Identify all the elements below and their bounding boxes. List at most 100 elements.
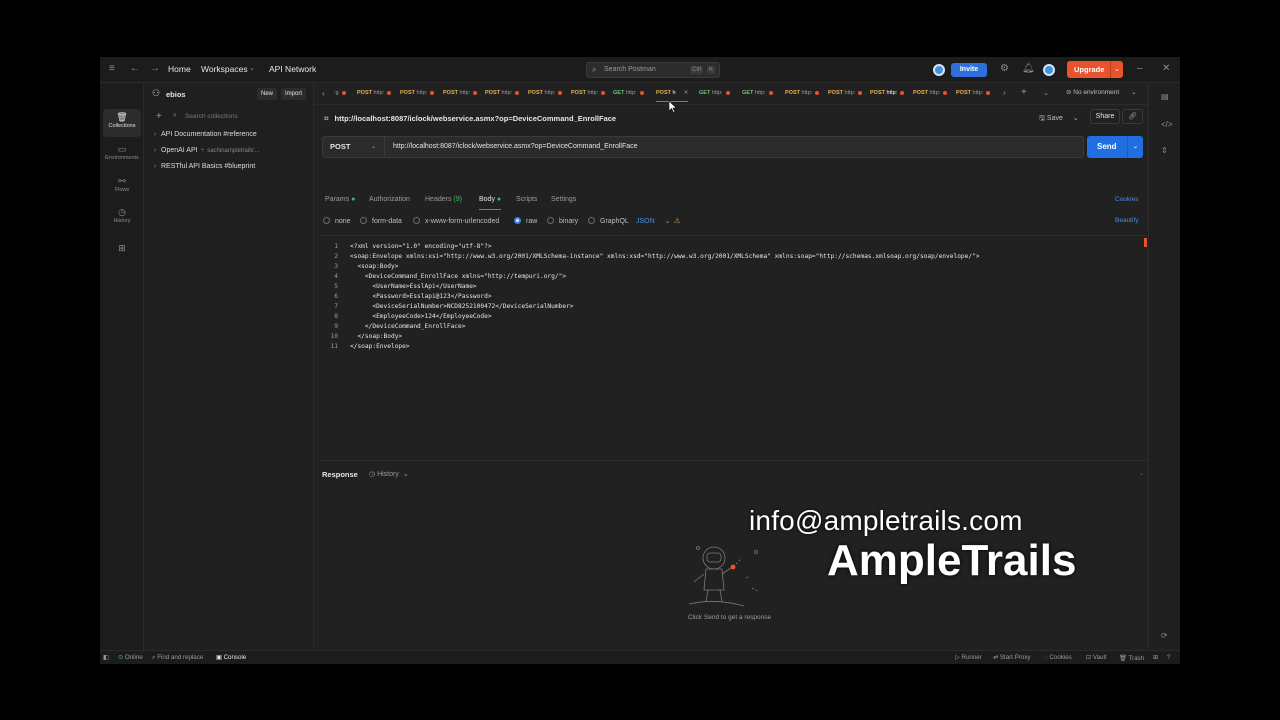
search-input[interactable]: ⌕ Search Postman Ctrl K [586,62,720,78]
workspaces-menu[interactable]: Workspaces [201,64,248,74]
request-tab[interactable]: POST http: [870,90,905,96]
user-avatar[interactable] [1043,64,1055,76]
raw-format-select[interactable]: JSON ⌄ [636,217,671,225]
line-code: </soap:Envelope> [350,343,410,350]
workspace-name[interactable]: ebios [166,90,186,99]
team-avatar-icon[interactable] [933,64,945,76]
radio-raw[interactable]: raw [514,217,537,225]
notification-bell-icon[interactable]: 🔔︎ [1022,63,1035,74]
warning-icon[interactable]: ⚠ [674,217,680,225]
radio-binary[interactable]: binary [547,217,578,225]
request-tab[interactable]: POST http: [400,90,435,96]
radio-none[interactable]: none [323,217,351,225]
forward-arrow-icon[interactable]: → [150,63,160,74]
request-tab[interactable]: POST http: [956,90,991,96]
rail-history[interactable]: ◷ History [103,204,141,232]
request-tab[interactable]: POST http: [828,90,863,96]
save-button[interactable]: 🖫︎ Save ⌄ [1039,114,1079,125]
environment-selector[interactable]: ⊘ No environment ⌄ [1066,88,1148,96]
close-window-icon[interactable]: ✕ [1162,63,1170,74]
request-title[interactable]: ⌗ http://localhost:8087/iclock/webservice… [324,114,616,124]
tab-body[interactable]: Body ● [479,196,502,210]
radio-form-data[interactable]: form-data [360,217,402,225]
radio-graphql[interactable]: GraphQL [588,217,629,225]
new-button[interactable]: New [257,88,278,100]
beautify-link[interactable]: Beautify [1115,217,1139,224]
back-arrow-icon[interactable]: ← [130,63,140,74]
close-tab-icon[interactable]: ✕ [684,90,689,96]
request-tab-active[interactable]: POST h ✕ [656,90,689,102]
runner-button[interactable]: ▷ Runner [955,654,982,661]
collection-search[interactable]: + ⌕ Search collections [156,111,306,123]
unsaved-dot [725,90,730,95]
request-tab[interactable]: POST http: [443,90,478,96]
rail-flows[interactable]: ⚯ Flows [103,173,141,201]
import-button[interactable]: Import [281,88,307,100]
vault-button[interactable]: ⊡ Vault [1086,654,1107,661]
cookies-link[interactable]: Cookies [1115,196,1138,203]
collection-item[interactable]: › RESTful API Basics #blueprint [154,163,255,170]
console-button[interactable]: ▣ Console [216,654,246,661]
unsaved-dot [601,90,606,95]
tab-headers[interactable]: Headers (9) [425,196,462,203]
layout-grid-icon[interactable]: ⊞ [1153,654,1158,661]
request-tab[interactable]: POST http: [528,90,563,96]
request-tab[interactable]: POST http: [357,90,392,96]
upgrade-dropdown-icon[interactable]: ⌄ [1110,61,1123,78]
url-input[interactable]: http://localhost:8087/iclock/webservice.… [393,143,638,150]
collection-item[interactable]: › API Documentation #reference [154,131,257,138]
tab-params[interactable]: Params ● [325,196,355,203]
tab-authorization[interactable]: Authorization [369,196,410,203]
send-dropdown-icon[interactable]: ⌄ [1127,136,1143,158]
request-tab[interactable]: GET http: [742,90,773,96]
tabs-scroll-left-icon[interactable]: ‹ [322,89,325,98]
copy-link-button[interactable]: 🔗︎ [1122,109,1143,124]
rail-collections[interactable]: 🗑︎ Collections [103,109,141,137]
api-network-link[interactable]: API Network [269,64,316,74]
start-proxy-button[interactable]: ⇄ Start Proxy [993,654,1031,661]
tab-settings[interactable]: Settings [551,196,576,203]
send-button[interactable]: Send ⌄ [1087,136,1143,158]
method-select[interactable]: POST ⌄ [323,137,385,157]
online-status[interactable]: ⊙ Online [118,654,143,661]
radio-urlencoded[interactable]: x-www-form-urlencoded [413,217,499,225]
line-number: 10 [330,333,338,340]
find-replace-button[interactable]: ⌕ Find and replace [152,654,203,662]
home-link[interactable]: Home [168,64,191,74]
request-tab[interactable]: POST http: [485,90,520,96]
request-tab[interactable]: POST http: [571,90,606,96]
new-tab-plus-icon[interactable]: + [1021,87,1027,98]
collection-item[interactable]: › OpenAI API ⑂ sachinampletrails'... [154,147,260,154]
request-tab[interactable]: :g [334,90,346,96]
trash-button[interactable]: 🗑︎ Trash [1119,654,1144,662]
rail-history-label: History [113,218,131,224]
rail-environments[interactable]: ▭ Environments [103,141,141,169]
code-snippet-icon[interactable]: </> [1161,120,1173,129]
tabs-menu-chevron-icon[interactable]: ⌄ [1043,89,1049,97]
expand-vertical-icon[interactable]: ⇕ [1161,146,1168,155]
tab-scripts[interactable]: Scripts [516,196,537,203]
rail-apps[interactable]: ⊞ [103,240,141,268]
menu-icon[interactable]: ≡ [109,63,115,74]
request-tab[interactable]: GET http: [613,90,644,96]
upgrade-button[interactable]: Upgrade ⌄ [1067,61,1123,78]
toggle-sidebar-icon[interactable]: ◧ [103,654,109,661]
cookies-button[interactable]: ◌ Cookies [1044,654,1072,661]
sync-icon[interactable]: ⟳ [1161,631,1168,640]
invite-button[interactable]: Invite [951,63,987,77]
add-collection-icon[interactable]: + [156,111,162,122]
settings-gear-icon[interactable]: ⚙ [1000,63,1009,74]
documentation-icon[interactable]: ▤ [1161,92,1169,101]
http-request-icon: ⌗ [324,114,329,123]
help-icon[interactable]: ? [1167,654,1170,661]
error-marker [1144,238,1147,247]
request-tab[interactable]: POST http: [785,90,820,96]
request-tab[interactable]: GET http: [699,90,730,96]
history-dropdown[interactable]: ◷ History ⌄ [369,470,409,478]
tabs-scroll-right-icon[interactable]: › [1003,88,1006,97]
request-tab[interactable]: POST http: [913,90,948,96]
share-button[interactable]: Share [1090,109,1120,124]
minimize-icon[interactable]: – [1137,63,1143,74]
code-editor[interactable]: 1 <?xml version="1.0" encoding="utf-8"?> … [320,235,1148,461]
collapse-response-icon[interactable]: ⌄ [1139,470,1144,477]
